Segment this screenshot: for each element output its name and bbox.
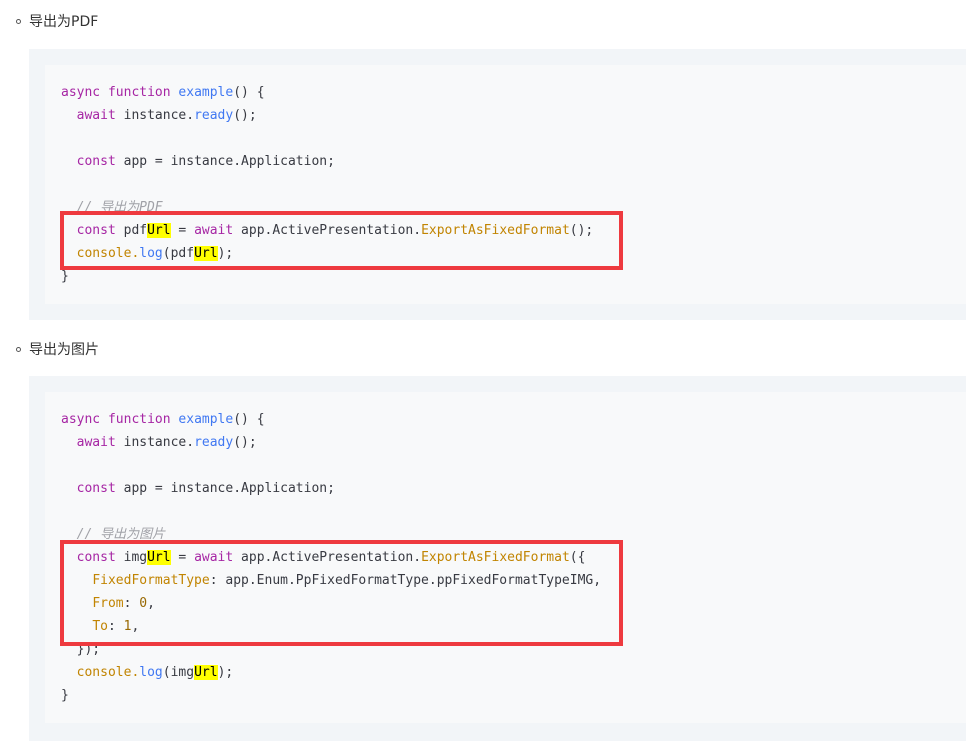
code-line: await instance.ready(); <box>76 435 257 450</box>
annotation-box <box>60 540 623 646</box>
search-highlight: Url <box>194 665 218 680</box>
list-item-export-image: 导出为图片 <box>16 339 99 359</box>
code-line: async function example() { <box>61 85 265 100</box>
section-heading: 导出为PDF <box>29 14 99 30</box>
annotation-box <box>60 211 623 270</box>
code-line: await instance.ready(); <box>76 108 257 123</box>
code-line: } <box>61 688 69 703</box>
code-line: console.log(imgUrl); <box>76 665 234 680</box>
code-line: const app = instance.Application; <box>76 481 335 496</box>
section-heading: 导出为图片 <box>29 342 99 358</box>
code-line: async function example() { <box>61 412 265 427</box>
bullet-circle-icon <box>16 346 21 352</box>
list-item-export-pdf: 导出为PDF <box>16 11 98 31</box>
bullet-circle-icon <box>16 18 21 24</box>
code-line: const app = instance.Application; <box>76 154 335 169</box>
